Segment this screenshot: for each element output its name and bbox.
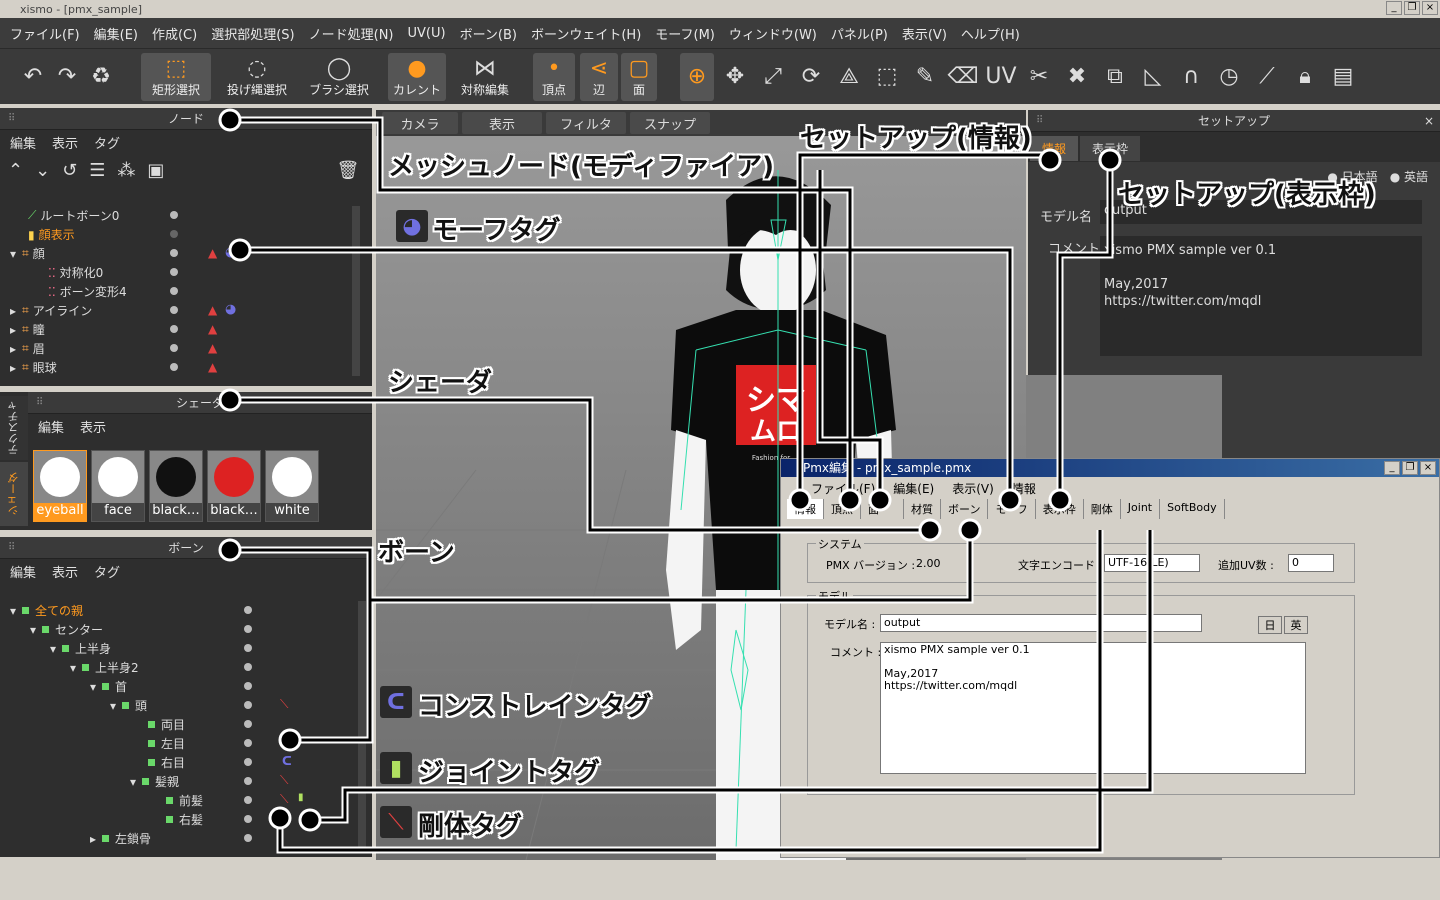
annotation-setup-info: セットアップ(情報) <box>800 124 1032 154</box>
annotation-setup-frame: セットアップ(表示枠) <box>1118 180 1376 210</box>
annotation-mesh-node: メッシュノード(モディファイア) <box>388 152 774 182</box>
annotation-constraint-tag: コンストレインタグ <box>418 692 652 722</box>
rigid-tag-icon: ⟍ <box>380 806 412 838</box>
constraint-tag-icon: ᑕ <box>380 686 412 718</box>
annotation-morph-tag: モーフタグ <box>432 216 561 246</box>
annotation-bone: ボーン <box>378 538 455 568</box>
annotation-joint-tag: ジョイントタグ <box>418 758 601 788</box>
callout-lines <box>218 108 1154 854</box>
joint-tag-icon: ▮ <box>380 752 412 784</box>
annotation-shader: シェーダ <box>388 368 493 398</box>
annotation-rigid-tag: 剛体タグ <box>418 812 523 842</box>
morph-tag-icon: ◕ <box>396 210 428 242</box>
